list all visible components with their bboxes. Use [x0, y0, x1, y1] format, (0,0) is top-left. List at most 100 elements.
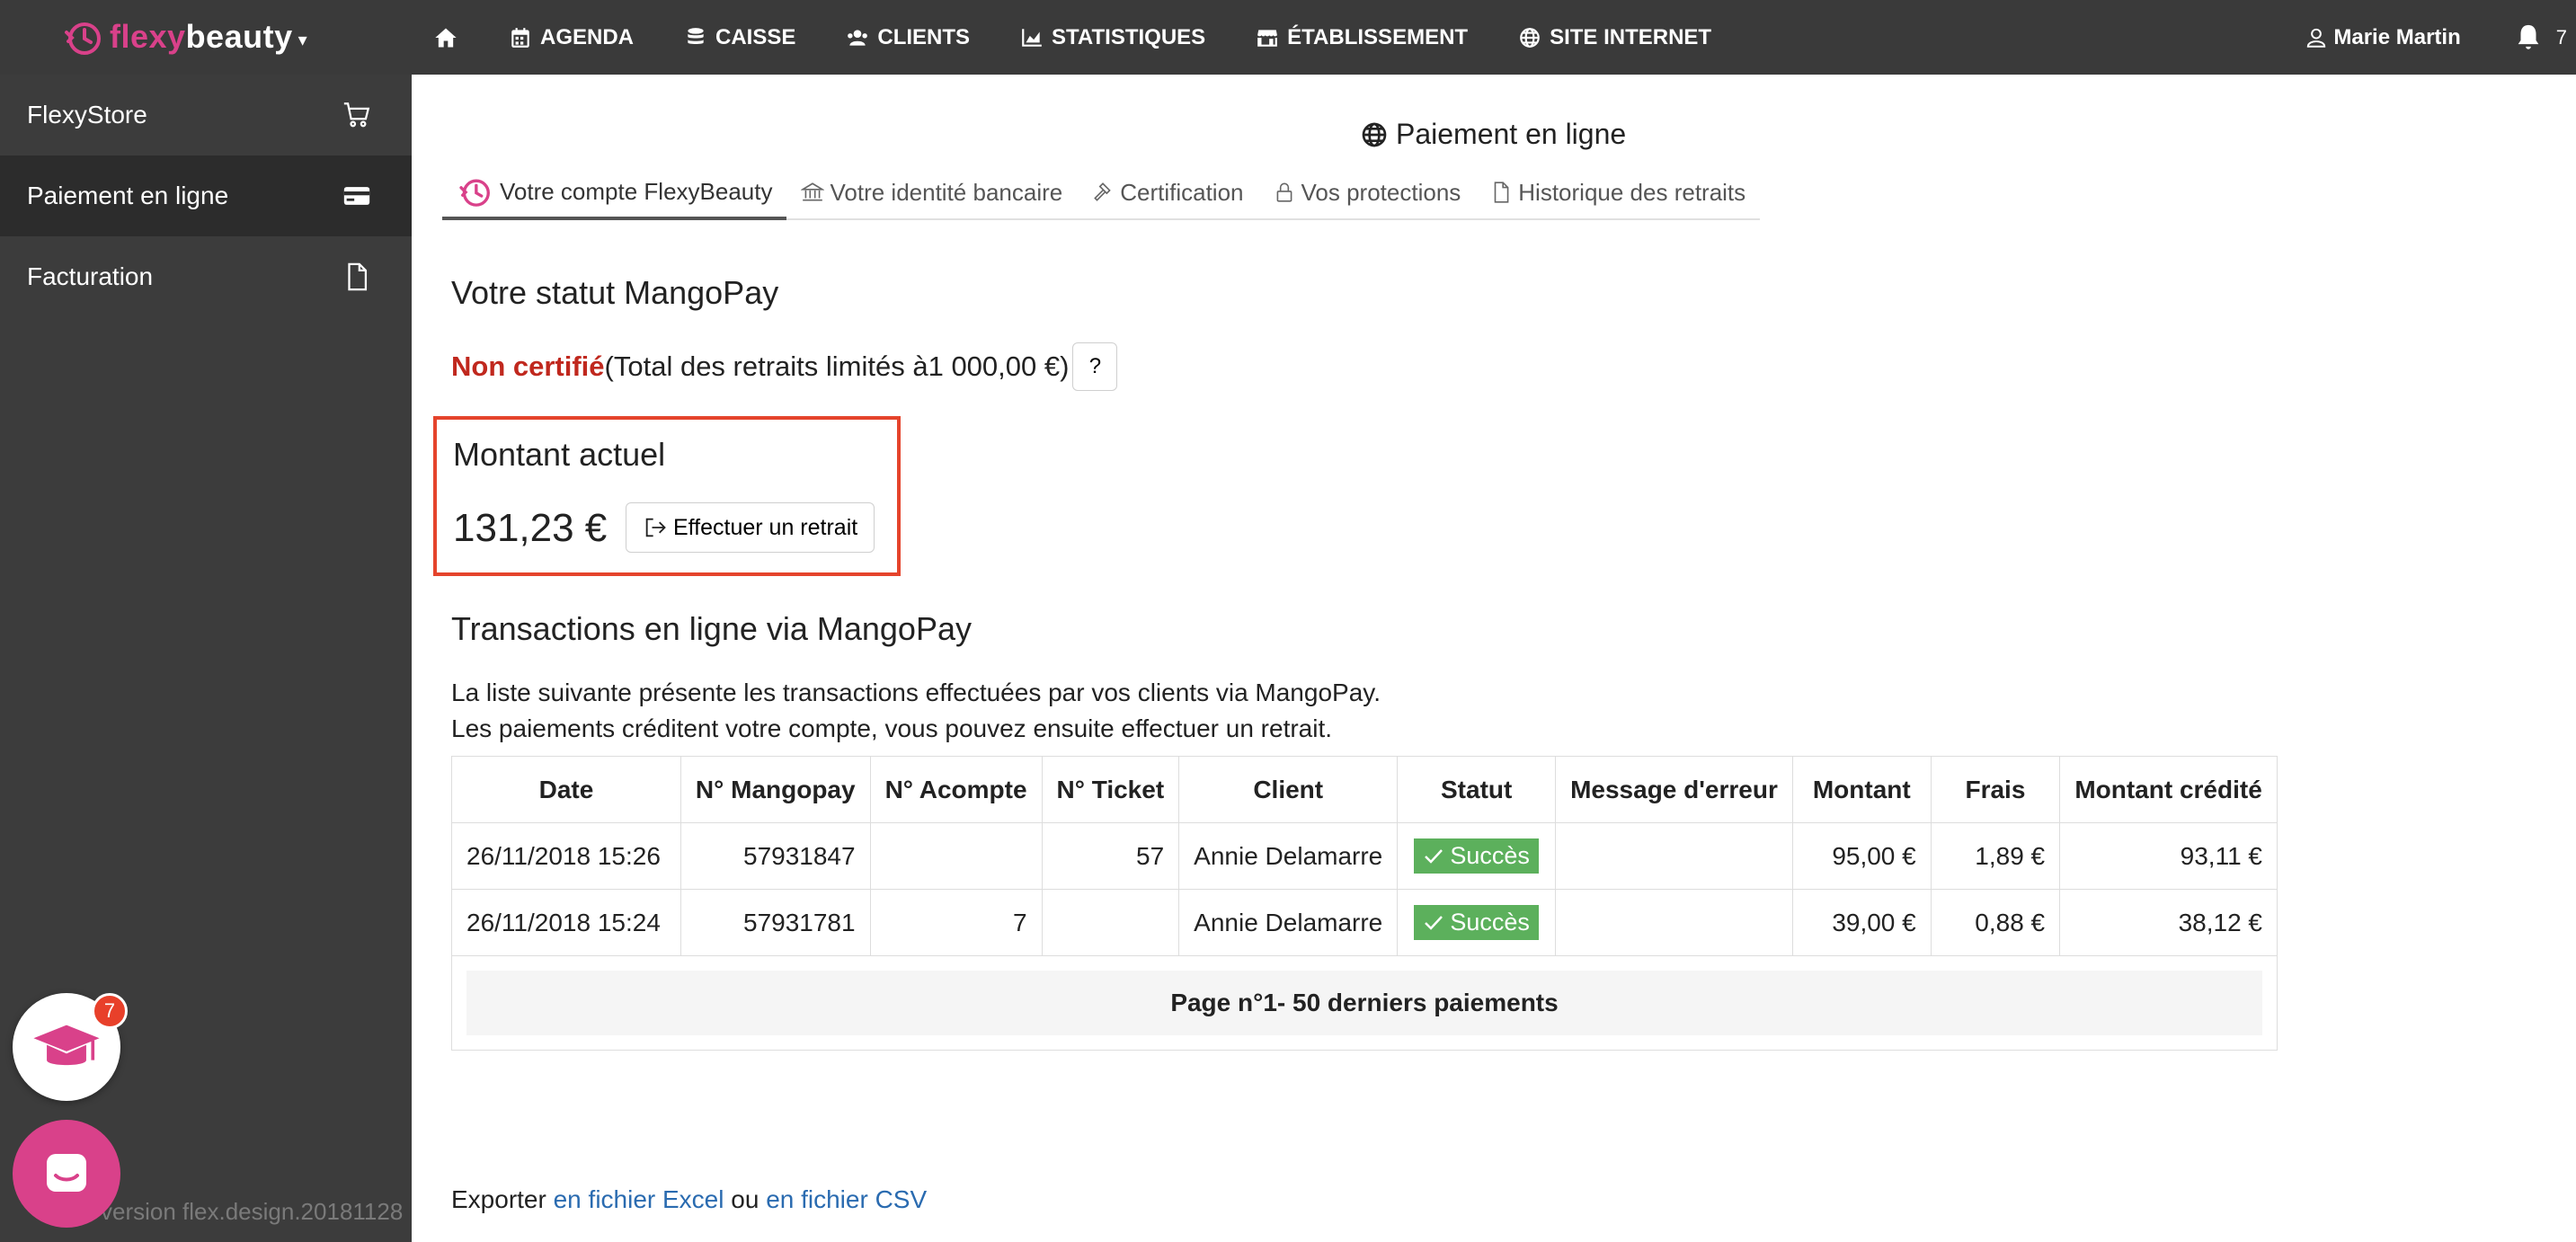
sidebar-item-facturation[interactable]: Facturation [0, 236, 412, 317]
transactions-description-1: La liste suivante présente les transacti… [451, 679, 1381, 706]
col-montant-credite: Montant crédité [2059, 756, 2278, 823]
cell-client: Annie Delamarre [1178, 822, 1399, 890]
flexybeauty-clock-icon [65, 22, 101, 55]
nav-statistiques-label: STATISTIQUES [1052, 24, 1206, 49]
lock-icon [1276, 182, 1292, 202]
bank-icon [801, 182, 825, 201]
cell-message [1555, 889, 1793, 956]
status-success-text: Succès [1450, 909, 1530, 936]
notifications-button[interactable]: 7 [2513, 22, 2567, 53]
credit-card-icon [343, 187, 370, 205]
cell-acompte [869, 822, 1043, 890]
status-detail: (Total des retraits limités à1 000,00 €) [604, 350, 1070, 382]
nav-clients-label: CLIENTS [877, 24, 971, 49]
cell-ticket [1041, 889, 1180, 956]
sidebar-item-paiement-en-ligne[interactable]: Paiement en ligne [0, 155, 412, 236]
help-button[interactable]: ? [1072, 342, 1118, 391]
col-client: Client [1178, 756, 1399, 823]
cell-montant: 95,00 € [1791, 822, 1932, 890]
cell-montant-credite: 38,12 € [2059, 889, 2278, 956]
amount-value: 131,23 € [453, 506, 608, 550]
cell-date: 26/11/2018 15:24 [451, 889, 681, 956]
chat-button[interactable] [13, 1120, 120, 1228]
cell-mangopay: 57931781 [680, 889, 871, 956]
top-navbar: flexy beauty ▾ AGENDA CAISSE CLIENTS STAT… [0, 0, 2576, 75]
tab-identite-bancaire[interactable]: Votre identité bancaire [786, 166, 1077, 218]
document-icon [1494, 182, 1509, 203]
table-row: 26/11/2018 15:24 57931781 7 Annie Delama… [451, 889, 2278, 956]
app-version: version flex.design.20181128 [101, 1198, 404, 1225]
withdraw-button[interactable]: Effectuer un retrait [626, 502, 875, 553]
nav-clients[interactable]: CLIENTS [846, 25, 970, 50]
cell-mangopay: 57931847 [680, 822, 871, 890]
sidebar-item-label: Facturation [27, 262, 154, 290]
tab-historique-retraits[interactable]: Historique des retraits [1475, 166, 1760, 218]
nav-site-internet-label: SITE INTERNET [1550, 24, 1712, 49]
pager-cell: Page n°1- 50 derniers paiements [451, 955, 2278, 1051]
academy-badge: 7 [92, 993, 128, 1029]
globe-icon [1362, 122, 1387, 146]
cell-message [1555, 822, 1793, 890]
status-success-badge: Succès [1414, 905, 1539, 940]
page-title-text: Paiement en ligne [1396, 118, 1627, 150]
coins-icon [688, 27, 704, 44]
table-row: 26/11/2018 15:26 57931847 57 Annie Delam… [451, 822, 2278, 890]
col-date: Date [451, 756, 681, 823]
globe-icon [1520, 27, 1540, 48]
brand-logo[interactable]: flexy beauty ▾ [61, 16, 307, 58]
export-middle: ou [724, 1185, 767, 1213]
nav-caisse[interactable]: CAISSE [684, 25, 795, 50]
tab-label: Certification [1120, 178, 1244, 206]
nav-agenda[interactable]: AGENDA [509, 25, 634, 50]
cell-statut: Succès [1397, 822, 1557, 890]
export-prefix: Exporter [451, 1185, 554, 1213]
col-montant: Montant [1791, 756, 1932, 823]
withdraw-label: Effectuer un retrait [673, 514, 858, 540]
nav-agenda-label: AGENDA [540, 24, 635, 49]
page-title: Paiement en ligne [1360, 118, 1626, 151]
nav-etablissement[interactable]: ÉTABLISSEMENT [1256, 25, 1468, 50]
export-csv-link[interactable]: en fichier CSV [766, 1185, 927, 1213]
nav-caisse-label: CAISSE [715, 24, 796, 49]
sidebar-item-flexystore[interactable]: FlexyStore [0, 75, 412, 155]
tab-protections[interactable]: Vos protections [1258, 166, 1476, 218]
table-header-row: Date N° Mangopay N° Acompte N° Ticket Cl… [451, 756, 2278, 823]
tab-compte-flexybeauty[interactable]: Votre compte FlexyBeauty [442, 166, 787, 220]
col-ticket: N° Ticket [1041, 756, 1180, 823]
calendar-icon [511, 27, 529, 48]
chat-icon [47, 1154, 86, 1192]
sign-out-icon [645, 518, 666, 537]
status-heading: Votre statut MangoPay [451, 274, 779, 311]
col-acompte: N° Acompte [869, 756, 1043, 823]
check-icon [1425, 848, 1443, 864]
top-right-area: Marie Martin 7 [2305, 0, 2576, 75]
flexybeauty-clock-icon [459, 179, 490, 207]
user-menu[interactable]: Marie Martin [2305, 24, 2461, 50]
tab-label: Vos protections [1301, 178, 1461, 206]
col-mangopay: N° Mangopay [680, 756, 871, 823]
nav-site-internet[interactable]: SITE INTERNET [1518, 25, 1711, 50]
brand-name-part1: flexy [110, 18, 186, 55]
tab-bar: Votre compte FlexyBeauty Votre identité … [442, 166, 1761, 220]
export-line: Exporter en fichier Excel ou en fichier … [451, 1185, 927, 1214]
export-excel-link[interactable]: en fichier Excel [554, 1185, 724, 1213]
cell-statut: Succès [1397, 889, 1557, 956]
cell-date: 26/11/2018 15:26 [451, 822, 681, 890]
status-badge: Non certifié [451, 350, 605, 382]
cell-acompte: 7 [869, 889, 1043, 956]
bell-icon [2518, 24, 2539, 49]
cell-ticket: 57 [1041, 822, 1180, 890]
col-message-erreur: Message d'erreur [1555, 756, 1793, 823]
user-name: Marie Martin [2333, 24, 2461, 49]
nav-home[interactable] [433, 25, 458, 50]
nav-statistiques[interactable]: STATISTIQUES [1020, 25, 1205, 50]
home-icon [435, 28, 457, 47]
tab-certification[interactable]: Certification [1077, 166, 1257, 218]
pagination-label: Page n°1- 50 derniers paiements [466, 971, 2262, 1035]
transactions-description-2: Les paiements créditent votre compte, vo… [451, 714, 1333, 742]
cell-frais: 1,89 € [1930, 822, 2061, 890]
status-success-text: Succès [1450, 842, 1530, 869]
current-amount-box: Montant actuel 131,23 € Effectuer un ret… [433, 416, 901, 576]
main-content: Paiement en ligne Votre compte FlexyBeau… [412, 75, 2576, 1242]
cart-icon [343, 102, 370, 128]
